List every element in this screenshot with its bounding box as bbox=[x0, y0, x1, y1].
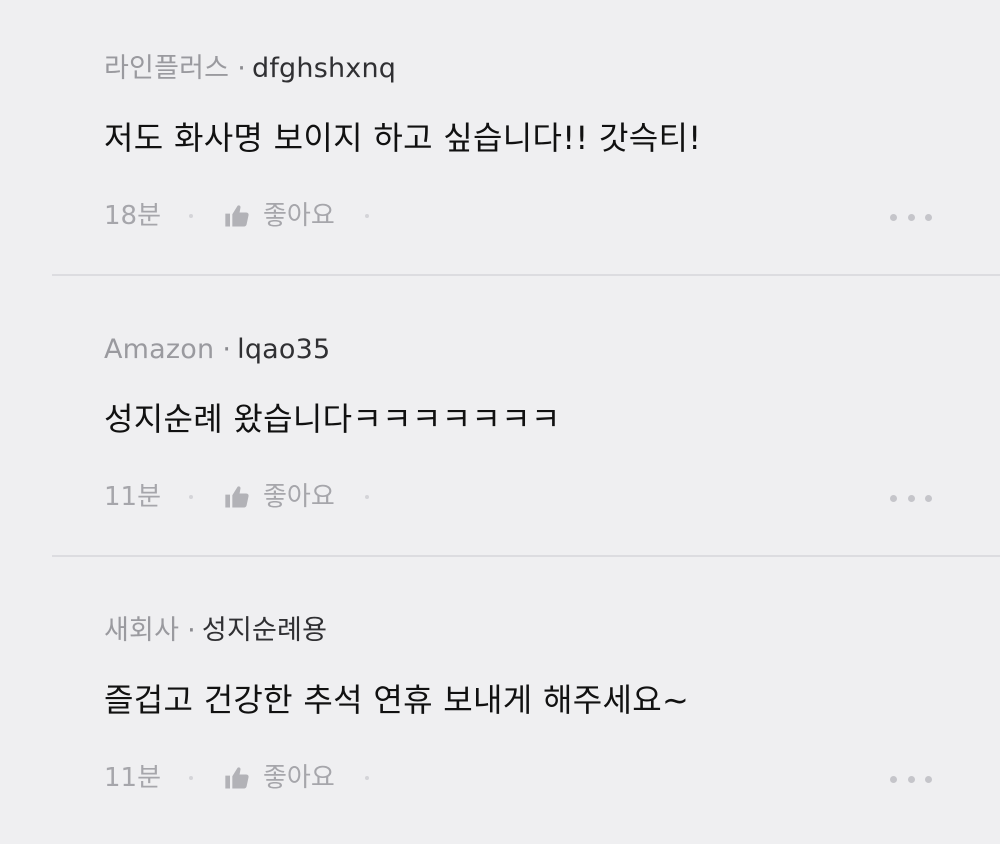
action-separator bbox=[189, 214, 194, 218]
comment-meta: Amazon · lqao35 bbox=[104, 330, 330, 370]
thumbs-up-icon bbox=[223, 483, 251, 511]
username[interactable]: lqao35 bbox=[237, 334, 330, 365]
more-options-button[interactable] bbox=[890, 206, 932, 228]
company-name: 라인플러스 bbox=[104, 53, 230, 84]
comment-time: 11분 bbox=[104, 482, 162, 512]
more-options-button[interactable] bbox=[890, 768, 932, 790]
comment-divider bbox=[52, 555, 1000, 557]
comment-actions: 11분 좋아요 bbox=[104, 477, 369, 517]
more-options-button[interactable] bbox=[890, 487, 932, 509]
action-separator bbox=[364, 495, 369, 499]
like-button[interactable]: 좋아요 bbox=[223, 477, 335, 517]
action-separator bbox=[364, 214, 369, 218]
comment-actions: 11분 좋아요 bbox=[104, 758, 369, 798]
comment-actions: 18분 좋아요 bbox=[104, 196, 369, 236]
meta-separator: · bbox=[222, 334, 232, 365]
comment-time: 11분 bbox=[104, 763, 162, 793]
company-name: 새회사 bbox=[104, 615, 180, 646]
more-horizontal-icon bbox=[890, 775, 897, 783]
username[interactable]: dfghshxnq bbox=[252, 53, 396, 84]
like-label: 좋아요 bbox=[263, 763, 335, 793]
username[interactable]: 성지순례용 bbox=[202, 615, 327, 646]
comment-item: Amazon · lqao35 성지순례 왔습니다ㅋㅋㅋㅋㅋㅋㅋ 11분 좋아요 bbox=[0, 281, 1000, 563]
action-separator bbox=[364, 776, 369, 780]
like-button[interactable]: 좋아요 bbox=[223, 196, 335, 236]
action-separator bbox=[189, 776, 194, 780]
meta-separator: · bbox=[237, 53, 246, 84]
like-label: 좋아요 bbox=[263, 201, 335, 231]
more-horizontal-icon bbox=[890, 213, 897, 221]
comment-item: 새회사 · 성지순례용 즐겁고 건강한 추석 연휴 보내게 해주세요~ 11분 좋아… bbox=[0, 562, 1000, 844]
thumbs-up-icon bbox=[223, 202, 251, 230]
comment-text: 즐겁고 건강한 추석 연휴 보내게 해주세요~ bbox=[104, 681, 690, 719]
comment-divider bbox=[52, 274, 1000, 276]
comment-meta: 새회사 · 성지순례용 bbox=[104, 611, 327, 651]
thumbs-up-icon bbox=[223, 764, 251, 792]
company-name: Amazon bbox=[104, 334, 215, 365]
meta-separator: · bbox=[187, 615, 196, 646]
comment-item: 라인플러스 · dfghshxnq 저도 화사명 보이지 하고 싶습니다!! 갓슥티… bbox=[0, 0, 1000, 282]
comment-meta: 라인플러스 · dfghshxnq bbox=[104, 49, 396, 89]
comment-time: 18분 bbox=[104, 201, 162, 231]
more-horizontal-icon bbox=[890, 494, 897, 502]
like-label: 좋아요 bbox=[263, 482, 335, 512]
comment-text: 성지순례 왔습니다ㅋㅋㅋㅋㅋㅋㅋ bbox=[104, 400, 561, 438]
action-separator bbox=[189, 495, 194, 499]
like-button[interactable]: 좋아요 bbox=[223, 758, 335, 798]
comment-text: 저도 화사명 보이지 하고 싶습니다!! 갓슥티! bbox=[104, 119, 702, 157]
comment-list: 라인플러스 · dfghshxnq 저도 화사명 보이지 하고 싶습니다!! 갓슥티… bbox=[0, 0, 1000, 819]
